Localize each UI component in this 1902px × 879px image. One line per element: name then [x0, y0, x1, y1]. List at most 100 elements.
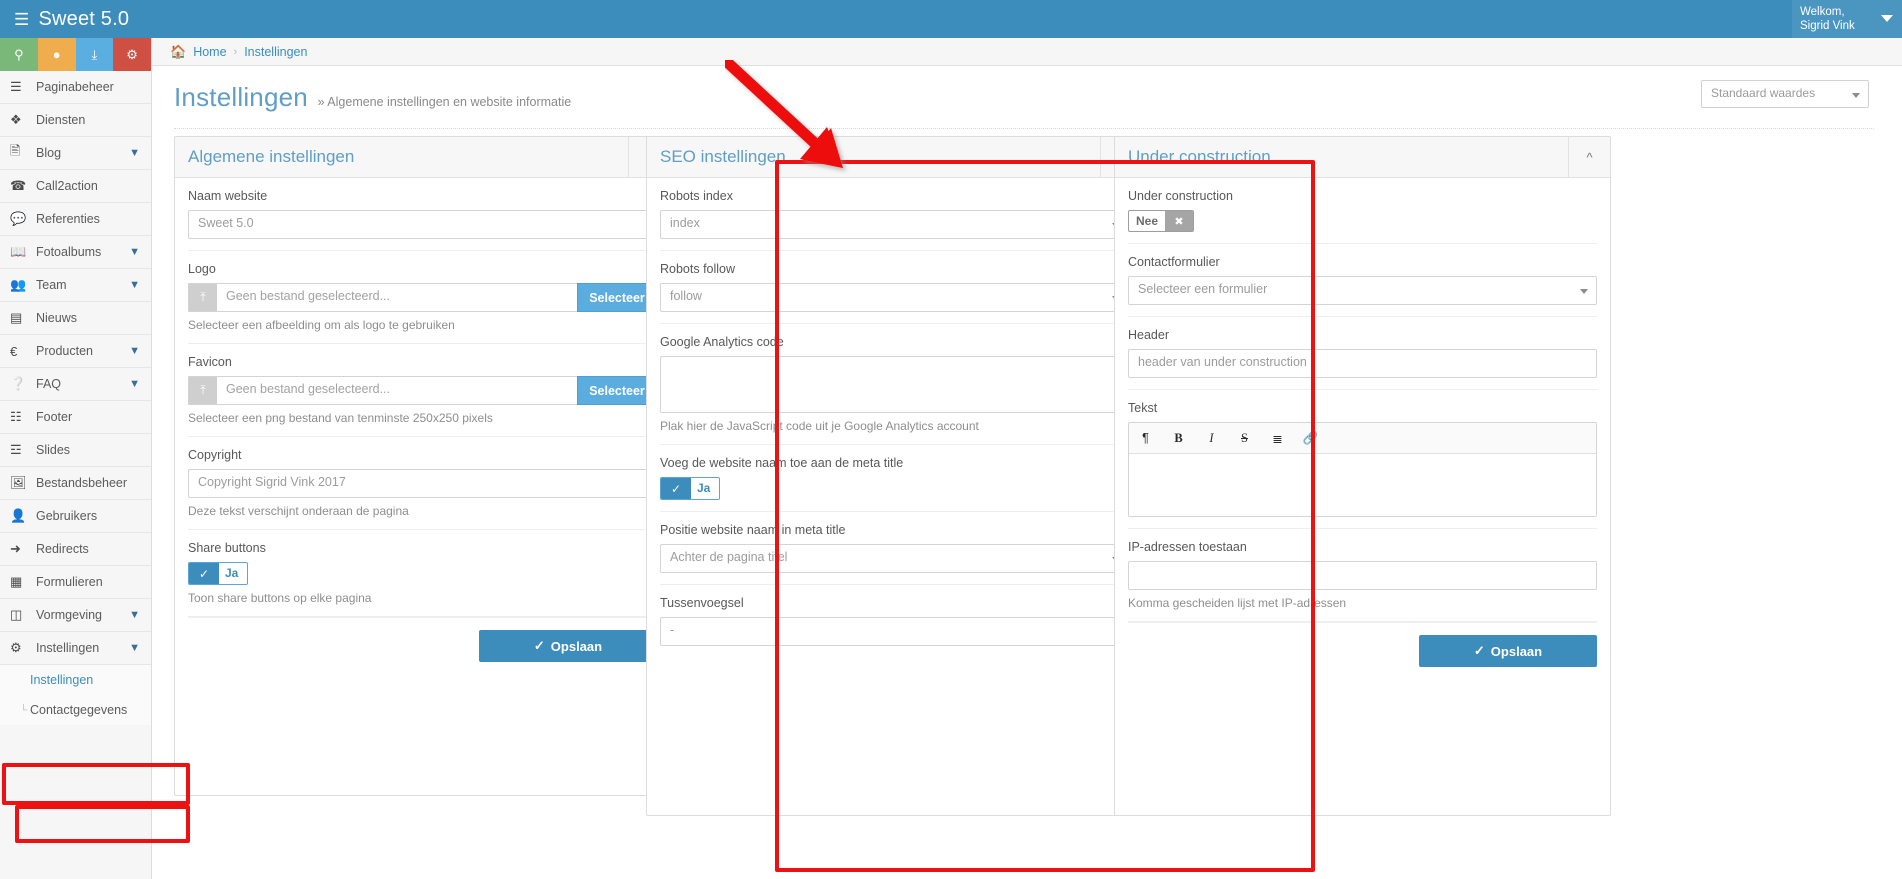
- robots-follow-select[interactable]: follow: [660, 283, 1129, 312]
- tussenvoegsel-input[interactable]: -: [660, 617, 1129, 646]
- sidebar-item-label: Fotoalbums: [36, 245, 102, 259]
- sidebar-item-label: FAQ: [36, 377, 62, 391]
- app-brand[interactable]: ☰ Sweet 5.0: [14, 0, 129, 38]
- sidebar-item-fotoalbums[interactable]: 📖 Fotoalbums ▼: [0, 236, 151, 269]
- strikethrough-icon[interactable]: S: [1228, 423, 1261, 453]
- breadcrumb-home-link[interactable]: Home: [193, 45, 226, 59]
- sidebar-item-nieuws[interactable]: ▤ Nieuws: [0, 302, 151, 335]
- question-circle-icon: ❔: [10, 376, 27, 391]
- sidebar-item-label: Redirects: [36, 542, 89, 556]
- header-divider: [174, 128, 1874, 129]
- bold-icon[interactable]: B: [1162, 423, 1195, 453]
- field-meta-title-sitename: Voeg de website naam toe aan de meta tit…: [660, 445, 1129, 512]
- robots-index-value: index: [670, 216, 700, 230]
- sidebar-menu: ☰ Paginabeheer ❖ Diensten 🖹 Blog ▼ ☎ Cal…: [0, 71, 151, 665]
- image-icon: 🖼: [10, 475, 27, 490]
- user-menu[interactable]: Welkom, Sigrid Vink: [1792, 0, 1902, 38]
- panel-under-construction: Under construction ^ Under construction …: [1114, 136, 1611, 816]
- sidebar-item-producten[interactable]: € Producten ▼: [0, 335, 151, 368]
- paragraph-icon[interactable]: ¶: [1129, 423, 1162, 453]
- site-name-input[interactable]: Sweet 5.0: [188, 210, 657, 239]
- uc-text-editor[interactable]: ¶ B I S ≣ 🔗: [1128, 422, 1597, 517]
- bullhorn-icon: ☎: [10, 178, 27, 193]
- sidebar-item-diensten[interactable]: ❖ Diensten: [0, 104, 151, 137]
- ip-addresses-input[interactable]: [1128, 561, 1597, 590]
- favicon-file-picker[interactable]: ⤒ Geen bestand geselecteerd... Selecteer: [188, 376, 657, 405]
- sidebar-subitem-instellingen[interactable]: Instellingen: [0, 665, 151, 695]
- contactformulier-select[interactable]: Selecteer een formulier: [1128, 276, 1597, 305]
- editor-content-area[interactable]: [1129, 454, 1596, 516]
- sidebar-item-label: Referenties: [36, 212, 100, 226]
- sliders-icon: ☲: [10, 442, 22, 457]
- uc-header-input[interactable]: header van under construction: [1128, 349, 1597, 378]
- google-analytics-textarea[interactable]: [660, 356, 1129, 413]
- sidebar-item-faq[interactable]: ❔ FAQ ▼: [0, 368, 151, 401]
- page-subtitle: » Algemene instellingen en website infor…: [317, 95, 572, 109]
- tree-branch-icon: └: [20, 704, 28, 716]
- panel-header: SEO instellingen ^: [647, 137, 1142, 178]
- toggle-label: Ja: [697, 481, 711, 495]
- sidebar-item-instellingen[interactable]: ⚙ Instellingen ▼: [0, 632, 151, 665]
- chevron-down-icon: ▼: [129, 642, 140, 654]
- preset-values-label: Standaard waardes: [1711, 86, 1816, 100]
- italic-icon[interactable]: I: [1195, 423, 1228, 453]
- save-button-general[interactable]: ✓ Opslaan: [479, 630, 657, 662]
- quick-action-gears[interactable]: ⚙: [113, 38, 151, 71]
- field-label: Logo: [188, 262, 216, 276]
- breadcrumb-current-link[interactable]: Instellingen: [244, 45, 307, 59]
- sidebar-item-label: Call2action: [36, 179, 98, 193]
- field-google-analytics: Google Analytics code Plak hier de JavaS…: [660, 324, 1129, 445]
- favicon-select-button[interactable]: Selecteer: [577, 376, 657, 405]
- position-sitename-select[interactable]: Achter de pagina titel: [660, 544, 1129, 573]
- quick-action-download[interactable]: ⤓: [75, 38, 114, 71]
- cubes-icon: ❖: [10, 112, 22, 127]
- sidebar-item-paginabeheer[interactable]: ☰ Paginabeheer: [0, 71, 151, 104]
- newspaper-icon: ▤: [10, 310, 23, 325]
- sidebar-item-referenties[interactable]: 💬 Referenties: [0, 203, 151, 236]
- field-help: Plak hier de JavaScript code uit je Goog…: [660, 419, 979, 433]
- sidebar-item-vormgeving[interactable]: ◫ Vormgeving ▼: [0, 599, 151, 632]
- chevron-up-icon[interactable]: ^: [1568, 137, 1610, 177]
- sidebar-item-label: Nieuws: [36, 311, 77, 325]
- preset-values-select[interactable]: Standaard waardes: [1701, 80, 1869, 108]
- sidebar-item-blog[interactable]: 🖹 Blog ▼: [0, 137, 151, 170]
- copyright-input[interactable]: Copyright Sigrid Vink 2017: [188, 469, 657, 498]
- field-robots-index: Robots index index: [660, 178, 1129, 251]
- save-button-under-construction[interactable]: ✓ Opslaan: [1419, 635, 1597, 667]
- sidebar-item-footer[interactable]: ☷ Footer: [0, 401, 151, 434]
- sidebar-item-slides[interactable]: ☲ Slides: [0, 434, 151, 467]
- chevron-down-icon: ▼: [129, 378, 140, 390]
- sidebar-item-label: Producten: [36, 344, 93, 358]
- position-sitename-value: Achter de pagina titel: [670, 550, 788, 564]
- sidebar-item-team[interactable]: 👥 Team ▼: [0, 269, 151, 302]
- sidebar-item-formulieren[interactable]: ▦ Formulieren: [0, 566, 151, 599]
- sidebar: ⚲ ● ⤓ ⚙ ☰ Paginabeheer ❖ Diensten 🖹 Blog…: [0, 38, 152, 879]
- link-icon[interactable]: 🔗: [1294, 423, 1327, 453]
- field-help: Selecteer een png bestand van tenminste …: [188, 411, 493, 425]
- under-construction-toggle[interactable]: Nee ✖: [1128, 210, 1195, 232]
- meta-title-toggle[interactable]: ✓ Ja: [660, 477, 721, 500]
- field-favicon: Favicon ⤒ Geen bestand geselecteerd... S…: [188, 344, 657, 437]
- check-icon: ✓: [533, 638, 545, 653]
- logo-file-picker[interactable]: ⤒ Geen bestand geselecteerd... Selecteer: [188, 283, 657, 312]
- sidebar-item-label: Paginabeheer: [36, 80, 114, 94]
- share-buttons-toggle[interactable]: ✓ Ja: [188, 562, 249, 585]
- field-label: Tussenvoegsel: [660, 596, 744, 610]
- file-text-icon: 🖹: [10, 143, 21, 158]
- robots-index-select[interactable]: index: [660, 210, 1129, 239]
- sidebar-item-bestandsbeheer[interactable]: 🖼 Bestandsbeheer: [0, 467, 151, 500]
- list-icon[interactable]: ≣: [1261, 423, 1294, 453]
- quick-action-map-marker[interactable]: ⚲: [0, 38, 38, 71]
- top-header-bar: ☰ Sweet 5.0 Welkom, Sigrid Vink: [0, 0, 1902, 38]
- logo-select-button[interactable]: Selecteer: [577, 283, 657, 312]
- field-label: Favicon: [188, 355, 232, 369]
- sidebar-item-gebruikers[interactable]: 👤 Gebruikers: [0, 500, 151, 533]
- sidebar-subitem-contactgegevens[interactable]: └ Contactgegevens: [0, 695, 151, 725]
- field-help: Toon share buttons op elke pagina: [188, 591, 372, 605]
- sidebar-item-redirects[interactable]: ➜ Redirects: [0, 533, 151, 566]
- sidebar-item-call2action[interactable]: ☎ Call2action: [0, 170, 151, 203]
- sidebar-item-label: Vormgeving: [36, 608, 103, 622]
- quick-action-user[interactable]: ●: [37, 38, 76, 71]
- field-label: Robots follow: [660, 262, 736, 276]
- field-help: Selecteer een afbeelding om als logo te …: [188, 318, 455, 332]
